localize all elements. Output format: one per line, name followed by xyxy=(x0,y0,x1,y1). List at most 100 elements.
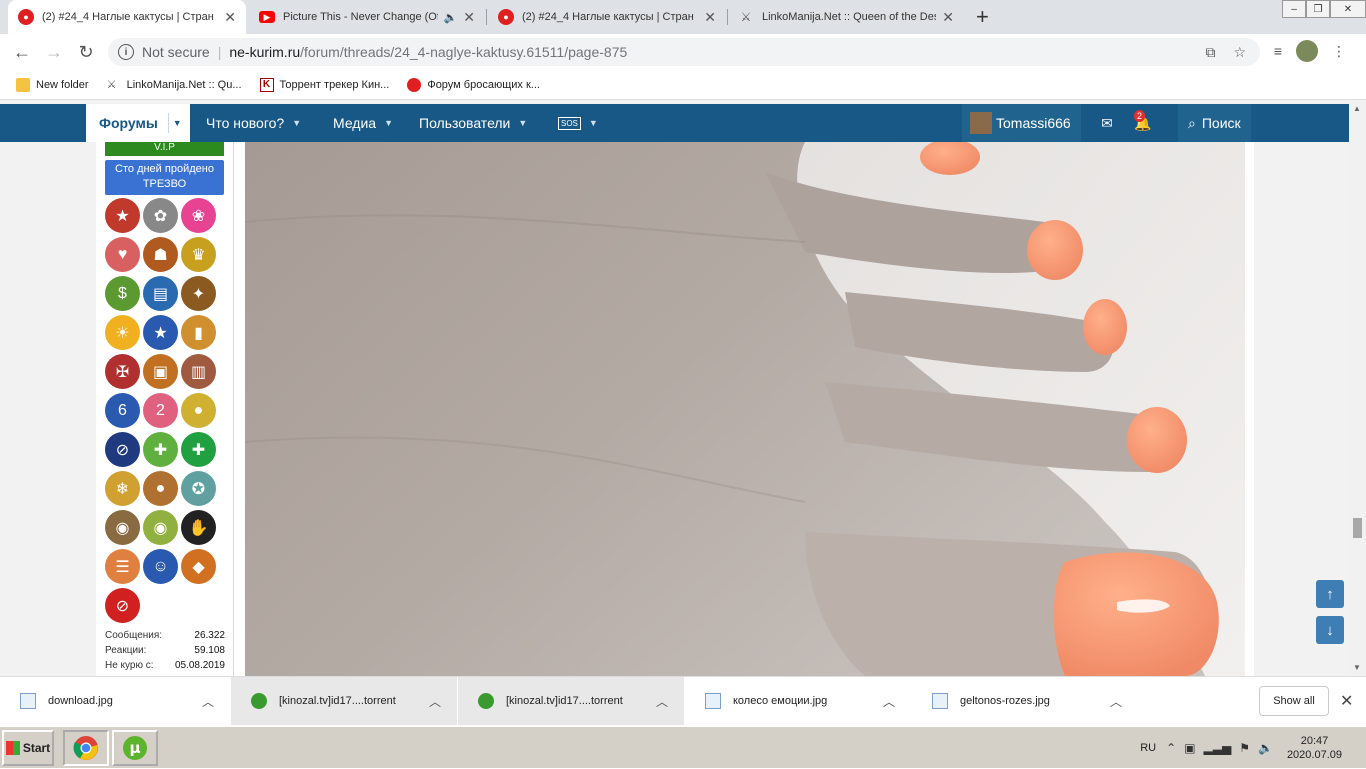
sun-icon[interactable]: ☀ xyxy=(105,315,140,350)
cookie-icon[interactable]: ● xyxy=(143,471,178,506)
no-smoking-3-icon[interactable]: ☗ xyxy=(143,237,178,272)
treasure-chest-icon[interactable]: ▣ xyxy=(143,354,178,389)
bookmark-forum[interactable]: Форум бросающих к... xyxy=(407,77,540,92)
download-item[interactable]: [kinozal.tv]id17....torrent ︿ xyxy=(231,677,457,725)
owl-icon[interactable]: ◉ xyxy=(105,510,140,545)
download-item[interactable]: download.jpg ︿ xyxy=(0,677,230,725)
speaker-icon[interactable]: 🔈 xyxy=(444,11,458,24)
taskbar-utorrent[interactable]: µ xyxy=(112,730,158,766)
clock[interactable]: 20:47 2020.07.09 xyxy=(1287,734,1342,762)
chevron-up-icon[interactable]: ︿ xyxy=(883,693,895,710)
tab-close-icon[interactable]: ✕ xyxy=(704,9,716,26)
volume-icon[interactable]: 🔈 xyxy=(1258,741,1273,755)
show-all-button[interactable]: Show all xyxy=(1259,686,1329,716)
search-button[interactable]: ⌕ Поиск xyxy=(1178,104,1251,142)
money-bag-icon[interactable]: $ xyxy=(105,276,140,311)
bookmark-new-folder[interactable]: New folder xyxy=(16,77,89,92)
close-window-icon[interactable]: ✕ xyxy=(1330,0,1366,18)
nav-forums[interactable]: Форумы ▼ xyxy=(86,104,190,142)
nav-whats-new[interactable]: Что нового? ▼ xyxy=(206,104,301,142)
tab-close-icon[interactable]: ✕ xyxy=(942,9,954,26)
language-indicator[interactable]: RU xyxy=(1140,742,1156,754)
post-image[interactable] xyxy=(245,142,1245,676)
usb-icon[interactable]: ▣ xyxy=(1184,741,1195,755)
tab-close-icon[interactable]: ✕ xyxy=(224,9,236,26)
address-bar[interactable]: i Not secure | ne-kurim.ru/forum/threads… xyxy=(108,38,1260,66)
nav-label: Пользователи xyxy=(419,115,511,131)
tab-close-icon[interactable]: ✕ xyxy=(463,9,475,26)
flag-icon[interactable]: ⚑ xyxy=(1239,741,1250,755)
tab-youtube[interactable]: ▶ Picture This - Never Change (Of 🔈 ✕ xyxy=(249,0,485,34)
book-icon[interactable]: ▤ xyxy=(143,276,178,311)
bookmark-linkomanija[interactable]: ⚔ LinkoManija.Net :: Qu... xyxy=(107,78,242,92)
page-scrollbar[interactable]: ▲ ▼ xyxy=(1349,100,1366,676)
blue-star-icon[interactable]: ★ xyxy=(143,315,178,350)
owl-green-icon[interactable]: ◉ xyxy=(143,510,178,545)
tab-forum-2[interactable]: ● (2) #24_4 Наглые кактусы | Стран ✕ xyxy=(488,0,726,34)
first-aid-icon[interactable]: ✚ xyxy=(181,432,216,467)
star-award-icon[interactable]: ✦ xyxy=(181,276,216,311)
download-item[interactable]: колесо емоции.jpg ︿ xyxy=(685,677,911,725)
teddy-bear-icon[interactable]: ♥ xyxy=(105,237,140,272)
back-arrow-icon[interactable]: ← xyxy=(10,40,34,64)
nav-media[interactable]: Медиа ▼ xyxy=(333,104,393,142)
healthy-life-icon[interactable]: ✚ xyxy=(143,432,178,467)
people-icon[interactable]: ☺ xyxy=(143,549,178,584)
open-external-icon[interactable]: ⧉ xyxy=(1205,44,1215,61)
profile-avatar[interactable] xyxy=(1296,40,1318,62)
minimize-icon[interactable]: – xyxy=(1282,0,1306,18)
medal-icon[interactable]: ★ xyxy=(105,198,140,233)
gold-medal-icon[interactable]: ● xyxy=(181,393,216,428)
network-signal-icon[interactable]: ▂▃▅ xyxy=(1204,741,1232,755)
nav-user[interactable]: Tomassi666 xyxy=(962,104,1081,142)
media-control-icon[interactable]: ≡ xyxy=(1274,43,1282,59)
knight-icon[interactable]: ✠ xyxy=(105,354,140,389)
jump-to-bottom-button[interactable]: ↓ xyxy=(1316,616,1344,644)
inbox-icon[interactable]: ✉ xyxy=(1092,104,1122,142)
award-6-icon[interactable]: 6 xyxy=(105,393,140,428)
bookmark-kinozal[interactable]: K Торрент трекер Кин... xyxy=(259,77,389,92)
tiger-icon[interactable]: ◆ xyxy=(181,549,216,584)
restore-icon[interactable]: ❐ xyxy=(1306,0,1330,18)
ribbon-3-icon[interactable]: ✪ xyxy=(181,471,216,506)
beer-icon[interactable]: ▮ xyxy=(181,315,216,350)
sos-icon: SOS xyxy=(558,116,581,130)
taskbar-chrome[interactable] xyxy=(63,730,109,766)
snowflake-icon[interactable]: ❄ xyxy=(105,471,140,506)
trophy-cup-icon[interactable]: ♛ xyxy=(181,237,216,272)
close-shelf-icon[interactable]: ✕ xyxy=(1340,691,1353,711)
chevron-up-icon[interactable]: ︿ xyxy=(1110,693,1122,710)
tab-forum-active[interactable]: ● (2) #24_4 Наглые кактусы | Стран ✕ xyxy=(8,0,246,34)
menu-kebab-icon[interactable]: ⋮ xyxy=(1332,43,1346,60)
jump-to-top-button[interactable]: ↑ xyxy=(1316,580,1344,608)
no-alcohol-6-icon[interactable]: ⊘ xyxy=(105,432,140,467)
forward-arrow-icon[interactable]: → xyxy=(42,40,66,64)
download-item[interactable]: geltonos-rozes.jpg ︿ xyxy=(912,677,1138,725)
download-item[interactable]: [kinozal.tv]id17....torrent ︿ xyxy=(458,677,684,725)
new-tab-button[interactable]: + xyxy=(976,4,989,30)
chevron-down-icon[interactable]: ▼ xyxy=(167,113,182,133)
no-drinking-icon[interactable]: ⊘ xyxy=(105,588,140,623)
chevron-up-icon[interactable]: ︿ xyxy=(656,693,668,710)
chevron-up-icon[interactable]: ︿ xyxy=(202,693,214,710)
nav-sos[interactable]: SOS ▼ xyxy=(558,104,598,142)
trophy-grid: ★ ✿ ❀ ♥ ☗ ♛ $ ▤ ✦ ☀ ★ ▮ ✠ ▣ ▥ 6 2 ● ⊘ ✚ ✚ ❄ ● ✪ ◉ ◉ ✋ ☰ ☺ ◆ ⊘ xyxy=(105,198,225,623)
info-icon[interactable]: i xyxy=(118,44,134,60)
reading-icon[interactable]: ☰ xyxy=(105,549,140,584)
scrollbar-thumb[interactable] xyxy=(1353,518,1362,538)
bookmark-star-icon[interactable]: ☆ xyxy=(1233,44,1246,61)
color-wheel-icon[interactable]: ❀ xyxy=(181,198,216,233)
chevron-up-icon[interactable]: ︿ xyxy=(429,693,441,710)
scroll-up-arrow-icon[interactable]: ▲ xyxy=(1353,104,1361,113)
start-button[interactable]: Start xyxy=(2,730,54,766)
reload-icon[interactable]: ↻ xyxy=(74,40,98,64)
number-2-icon[interactable]: 2 xyxy=(143,393,178,428)
scroll-down-arrow-icon[interactable]: ▼ xyxy=(1353,663,1361,672)
show-hidden-icon[interactable]: ⌃ xyxy=(1166,741,1176,755)
alerts-bell-icon[interactable]: 🔔 2 xyxy=(1126,104,1160,142)
nav-users[interactable]: Пользователи ▼ xyxy=(419,104,527,142)
hi-hand-icon[interactable]: ✋ xyxy=(181,510,216,545)
tab-linkomanija[interactable]: ⚔ LinkoManija.Net :: Queen of the Des ✕ xyxy=(728,0,964,34)
puzzle-icon[interactable]: ✿ xyxy=(143,198,178,233)
suitcase-icon[interactable]: ▥ xyxy=(181,354,216,389)
